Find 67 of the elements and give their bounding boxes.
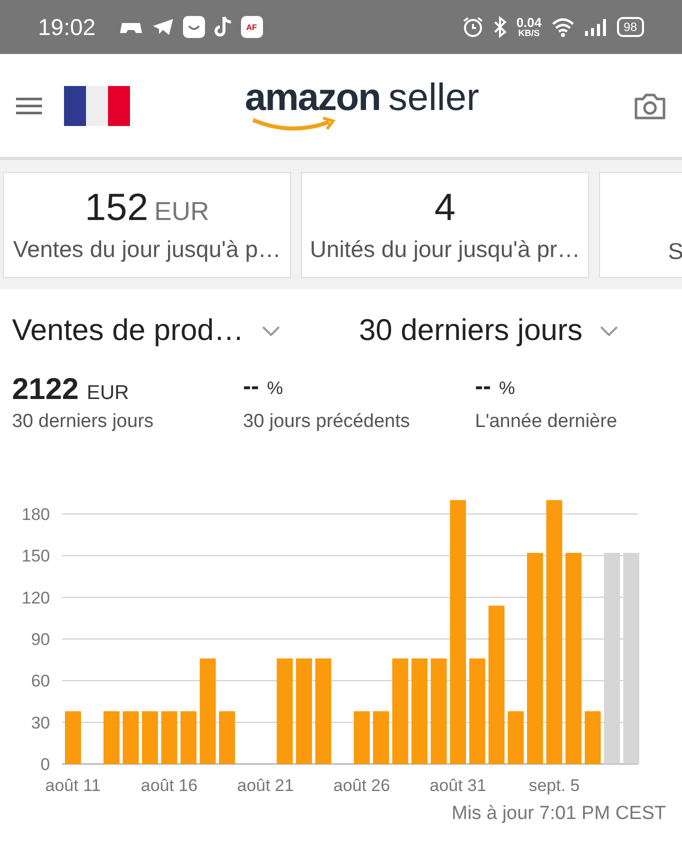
dropdown[interactable]: Ventes de prod… [12, 314, 347, 348]
bar [65, 711, 81, 764]
smile-arrow-icon [250, 116, 337, 132]
bar [180, 711, 196, 764]
paper-plane-icon [152, 17, 174, 37]
bar [508, 711, 524, 764]
bar [219, 711, 235, 764]
axis-label: 150 [22, 546, 50, 566]
axis-label: 120 [22, 588, 50, 608]
axis-label: 180 [22, 505, 50, 524]
metric-caption: 30 jours précédents [243, 411, 410, 433]
axis-label: 90 [31, 630, 50, 649]
axis-label: août 16 [140, 776, 198, 795]
smile-icon [182, 16, 205, 38]
music-note-icon [214, 16, 232, 38]
stat-label: S [668, 238, 682, 265]
stat-label: Unités du jour jusqu'à pr… [310, 236, 580, 263]
stat-card[interactable]: 152 EUR Ventes du jour jusqu'à p… [3, 172, 291, 278]
metric-value: -- [243, 373, 259, 401]
bar [373, 711, 389, 764]
wifi-icon [550, 17, 575, 37]
brand-name: amazon [244, 78, 380, 116]
network-speed: 0.04 KB/S [516, 16, 542, 38]
chevron-down-icon [600, 326, 618, 336]
camera-button[interactable] [634, 92, 666, 120]
bar [354, 711, 370, 764]
stat-unit: EUR [154, 196, 210, 227]
bar [104, 711, 120, 764]
signal-icon [584, 17, 608, 37]
metric-caption: 30 derniers jours [12, 411, 154, 433]
stat-card[interactable]: 4 Unités du jour jusqu'à pr… [301, 172, 589, 278]
axis-label: 60 [31, 672, 50, 691]
bluetooth-icon [493, 16, 508, 38]
metric-value: -- [475, 373, 491, 401]
stat-label: Ventes du jour jusqu'à p… [13, 236, 281, 263]
camera-icon [634, 92, 666, 120]
menu-icon [16, 96, 42, 114]
metric-caption: L'année dernière [475, 411, 618, 433]
metric-unit: % [498, 378, 515, 399]
flag-icon [64, 86, 130, 126]
stat-value: 4 [434, 187, 456, 230]
bar [142, 711, 158, 764]
stat-value: 152 [84, 187, 148, 230]
last-updated: Mis à jour 7:01 PM CEST [452, 803, 666, 825]
metric-value: 2122 [12, 373, 79, 407]
axis-label: 30 [31, 713, 50, 732]
app-icon: AF [240, 16, 263, 38]
battery-level: 98 [616, 17, 644, 37]
stat-card[interactable]: S [599, 172, 682, 278]
dropdown[interactable]: 30 derniers jours [359, 314, 670, 348]
axis-label: sept. 5 [528, 776, 580, 795]
bar [584, 711, 601, 764]
metric-unit: EUR [86, 382, 129, 405]
axis-label: août 11 [45, 776, 101, 795]
brand-suffix: seller [388, 78, 480, 116]
axis-label: août 31 [430, 776, 486, 795]
bar [122, 711, 139, 764]
metric-unit: % [266, 378, 283, 399]
country-flag[interactable] [64, 86, 130, 126]
chevron-down-icon [262, 326, 280, 336]
menu-button[interactable] [16, 96, 42, 114]
alarm-clock-icon [462, 16, 484, 38]
axis-label: 0 [40, 755, 50, 774]
bar [161, 711, 178, 764]
clock-time: 19:02 [38, 14, 96, 40]
axis-label: août 21 [237, 776, 294, 795]
axis-label: août 26 [333, 776, 390, 795]
